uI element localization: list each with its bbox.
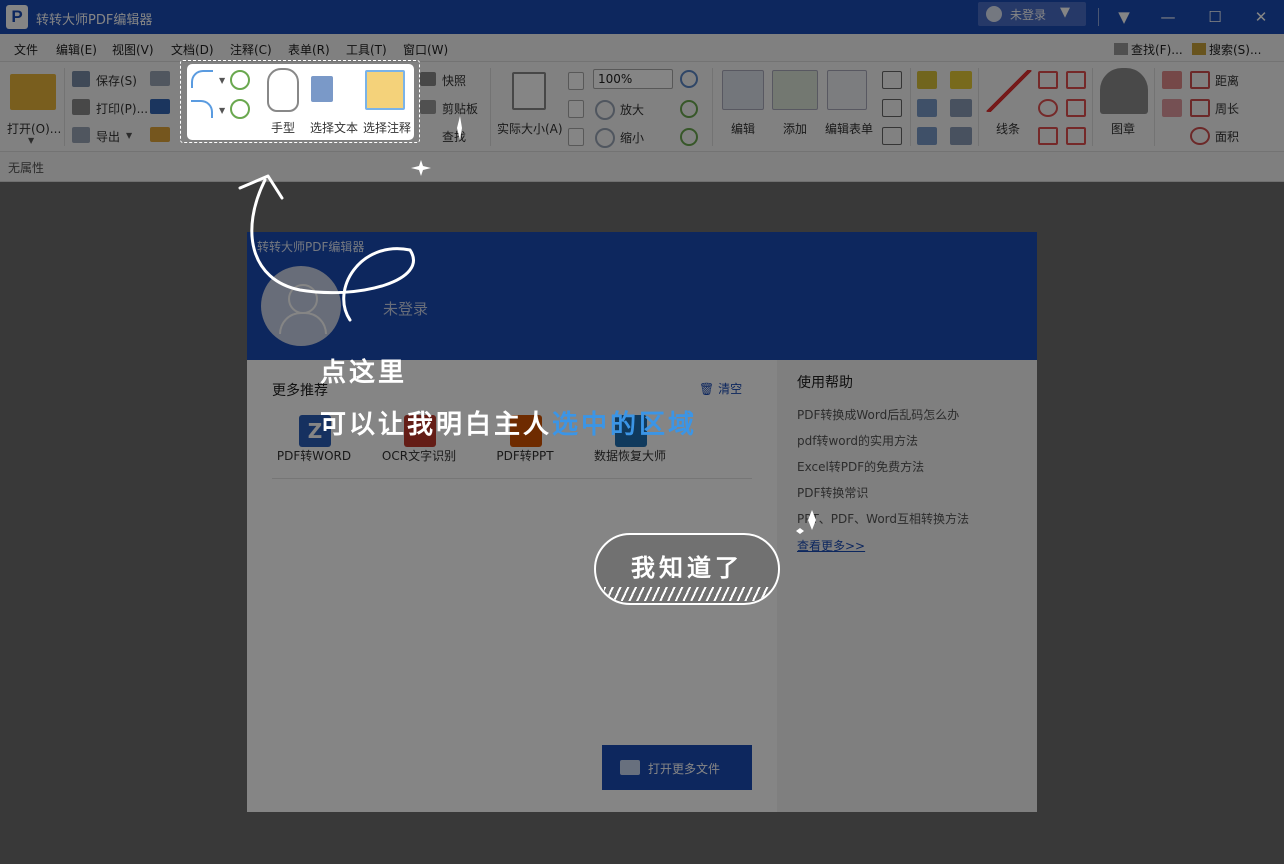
got-it-button[interactable]: 我知道了 [594, 533, 780, 605]
tutorial-click-here: 点这里 [320, 358, 408, 388]
tutorial-hint-plain: 可以让我明白主人 [320, 410, 553, 440]
tutorial-hint-highlight: 选中的区域 [552, 410, 698, 440]
tutorial-arrow [250, 178, 415, 322]
sparkle-icon [411, 116, 462, 176]
sparkle-icon [796, 510, 816, 534]
tutorial-hint: 可以让我明白主人选中的区域 [320, 404, 697, 441]
